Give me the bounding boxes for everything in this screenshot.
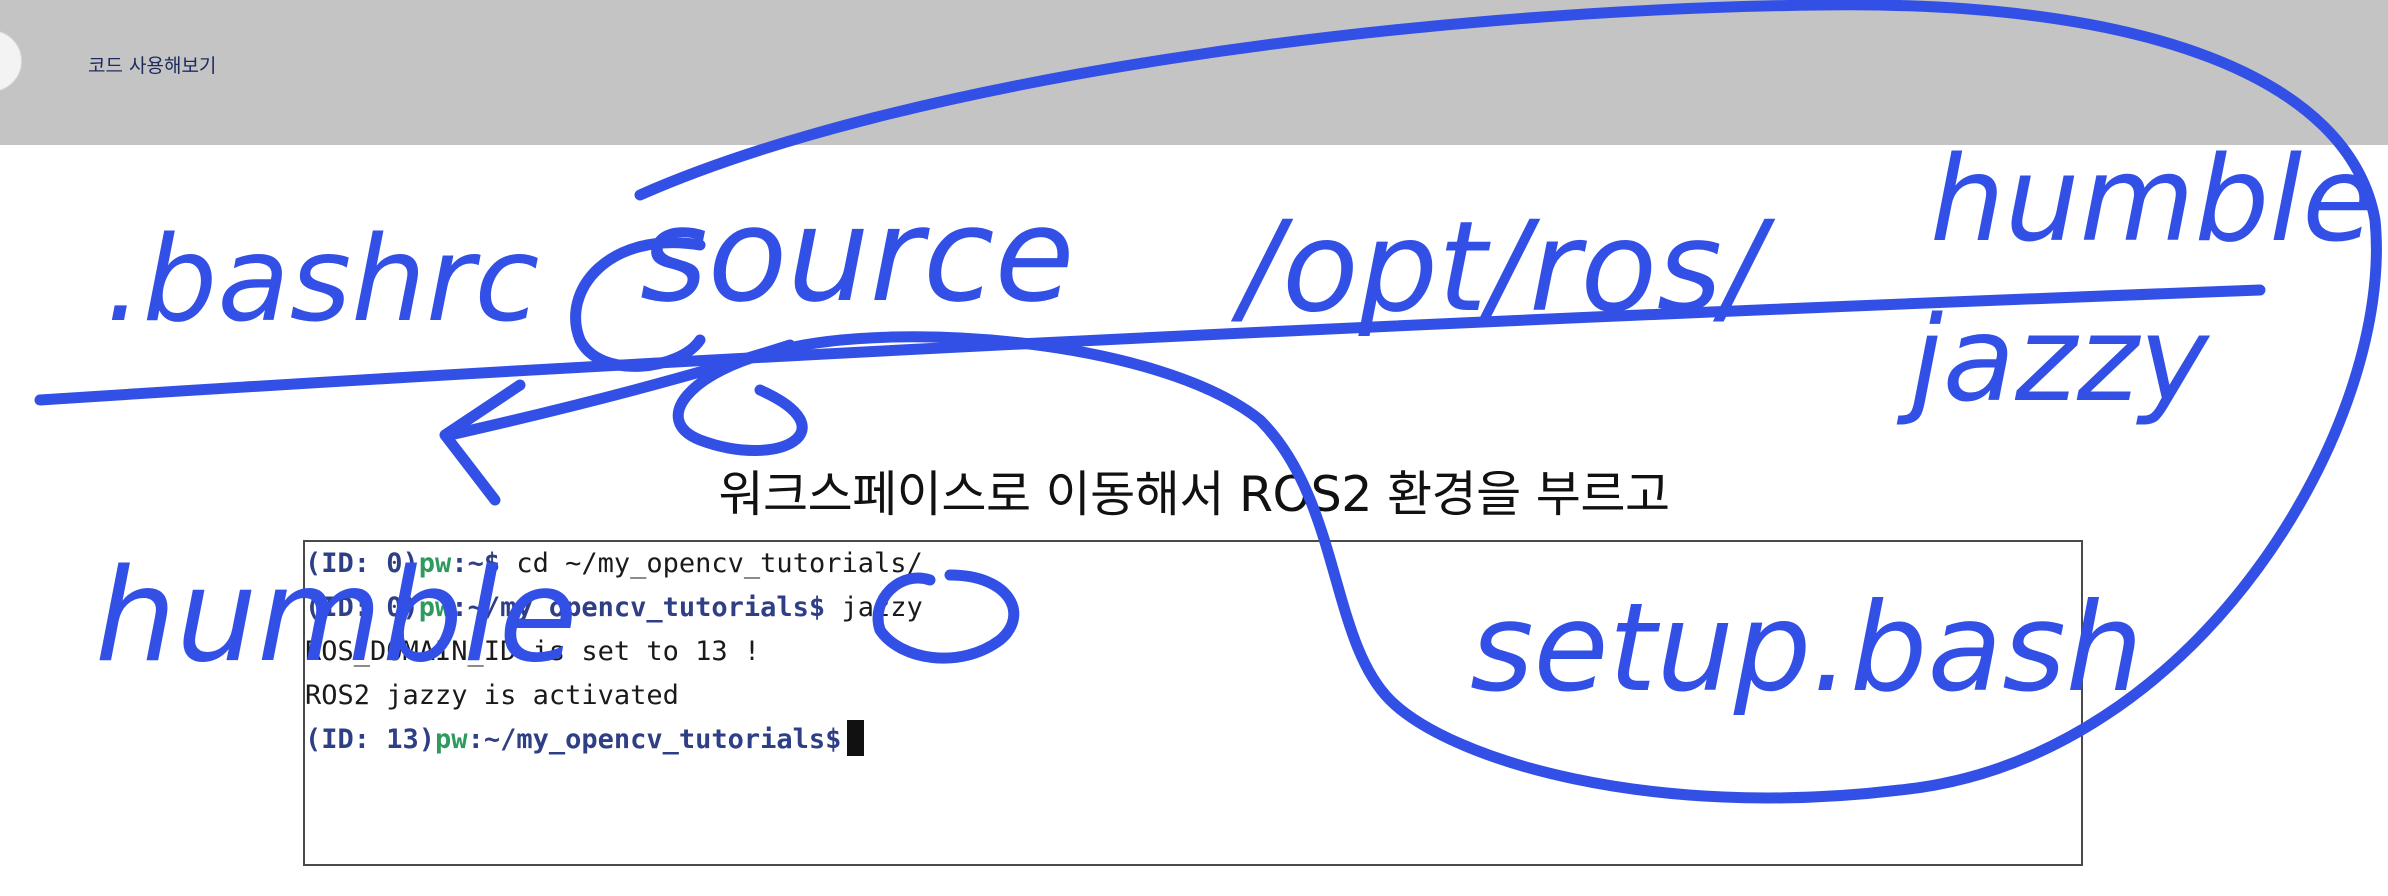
pen-text-layer: .bashrc source /opt/ros/ humble jazzy se… (95, 130, 2375, 719)
annotation-jazzy: jazzy (1896, 290, 2211, 428)
annotation-source: source (640, 179, 1075, 331)
annotation-bashrc: .bashrc (105, 210, 539, 348)
annotation-setup-bash: setup.bash (1470, 577, 2143, 719)
annotation-opt-ros: /opt/ros/ (1230, 195, 1776, 340)
annotation-humble-top: humble (1930, 130, 2375, 268)
annotation-humble-left: humble (95, 542, 578, 691)
